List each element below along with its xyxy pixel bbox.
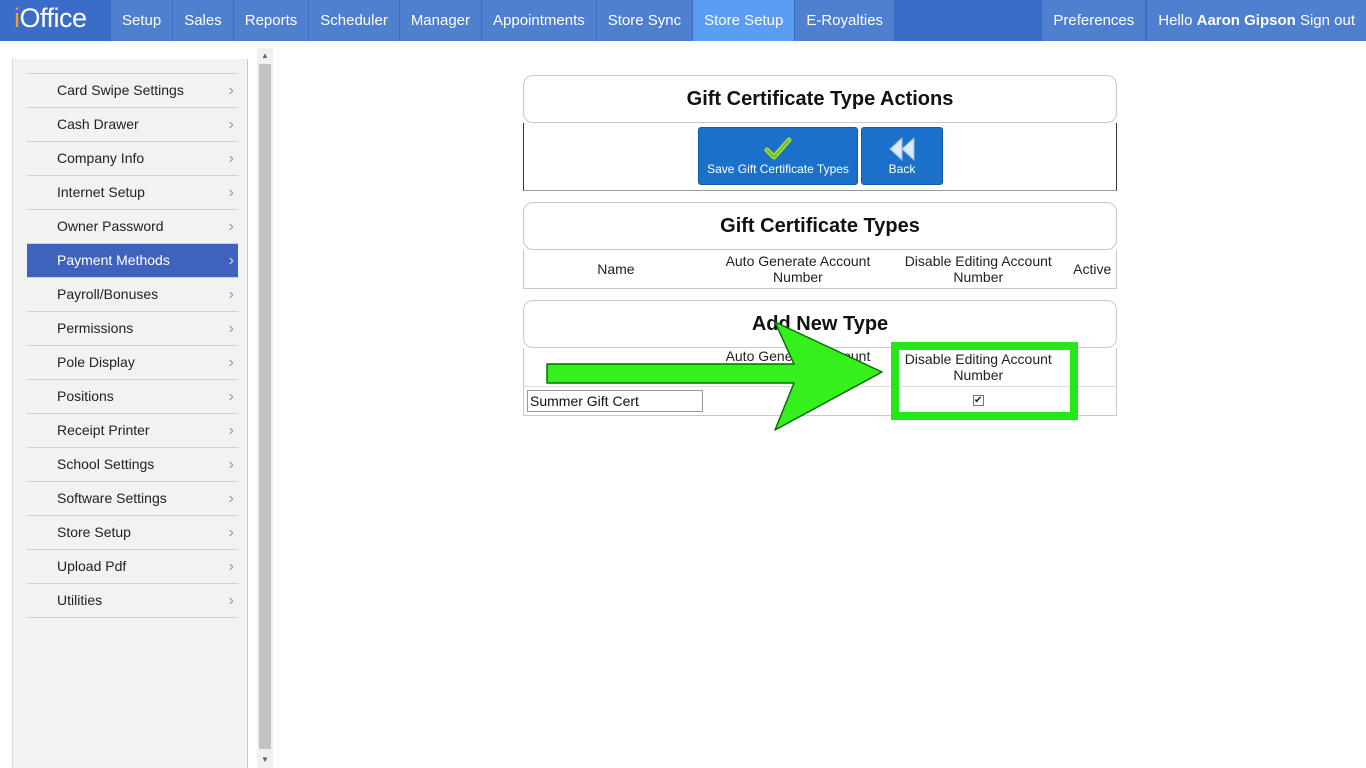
sidebar-item-company-info[interactable]: Company Info › [27, 142, 238, 176]
nav-preferences[interactable]: Preferences [1042, 0, 1146, 41]
types-panel-title: Gift Certificate Types [523, 202, 1117, 250]
actions-panel-title: Gift Certificate Type Actions [523, 75, 1117, 123]
nav-scheduler[interactable]: Scheduler [309, 0, 399, 41]
chevron-right-icon: › [228, 388, 234, 405]
nav-reports[interactable]: Reports [233, 0, 309, 41]
chevron-right-icon: › [228, 218, 234, 235]
sidebar-item-internet-setup[interactable]: Internet Setup › [27, 176, 238, 210]
sidebar-item-receipt-printer[interactable]: Receipt Printer › [27, 414, 238, 448]
chevron-right-icon: › [228, 490, 234, 507]
user-name: Aaron Gipson [1196, 12, 1296, 29]
chevron-right-icon: › [228, 422, 234, 439]
sidebar-item-label: Internet Setup [57, 184, 145, 200]
gift-certificate-types-table: Name Auto Generate Account Number Disabl… [523, 250, 1117, 289]
chevron-right-icon: › [228, 592, 234, 609]
nav-e-royalties[interactable]: E-Royalties [795, 0, 895, 41]
nav-appointments[interactable]: Appointments [482, 0, 596, 41]
nav-store-setup[interactable]: Store Setup [693, 0, 795, 41]
chevron-right-icon: › [228, 116, 234, 133]
chevron-right-icon: › [228, 184, 234, 201]
chevron-right-icon: › [228, 354, 234, 371]
sidebar-item-owner-password[interactable]: Owner Password › [27, 210, 238, 244]
column-header-auto-generate: Auto Generate Account [725, 348, 871, 364]
column-header-name: Name [597, 261, 635, 277]
chevron-right-icon: › [228, 286, 234, 303]
disable-editing-checkbox[interactable]: ✔ [972, 394, 984, 406]
sidebar-item-payroll-bonuses[interactable]: Payroll/Bonuses › [27, 278, 238, 312]
chevron-right-icon: › [228, 150, 234, 167]
add-new-type-table: Name Auto Generate Account Disable Editi… [523, 348, 1117, 416]
table-row: ✔ [523, 386, 1117, 415]
sidebar-item-label: Store Setup [57, 524, 131, 540]
sidebar-item-label: Utilities [57, 592, 103, 608]
chevron-right-icon: › [228, 320, 234, 337]
nav-store-sync[interactable]: Store Sync [596, 0, 693, 41]
scrollbar-thumb[interactable] [259, 64, 271, 749]
sidebar-item-label: Cash Drawer [57, 116, 139, 132]
back-button[interactable]: Back [861, 127, 943, 185]
sign-out-link[interactable]: Sign out [1300, 12, 1355, 29]
sidebar-item-label: Positions [57, 388, 114, 404]
actions-panel: Save Gift Certificate Types Back [523, 123, 1117, 191]
main-nav: Setup Sales Reports Scheduler Manager Ap… [111, 0, 895, 41]
scroll-up-icon[interactable]: ▲ [257, 48, 273, 64]
sidebar-item-payment-methods[interactable]: Payment Methods › [27, 244, 238, 278]
chevron-right-icon: › [228, 252, 234, 269]
column-header-auto-generate: Auto Generate Account Number [725, 253, 871, 285]
sidebar-item-label: Pole Display [57, 354, 135, 370]
column-header-disable-editing: Disable Editing Account Number [904, 350, 1052, 383]
column-header-disable-editing: Disable Editing Account Number [904, 253, 1052, 285]
app-logo[interactable]: iOffice [14, 3, 87, 34]
sidebar-item-label: Owner Password [57, 218, 164, 234]
new-type-name-input[interactable] [527, 389, 703, 412]
sidebar-item-card-swipe-settings[interactable]: Card Swipe Settings › [27, 74, 238, 108]
nav-manager[interactable]: Manager [399, 0, 482, 41]
sidebar-item-software-settings[interactable]: Software Settings › [27, 482, 238, 516]
user-nav: Preferences Hello Aaron Gipson Sign out [1040, 0, 1366, 41]
sidebar-item-label: Payment Methods [57, 252, 170, 268]
user-greeting: Hello Aaron Gipson Sign out [1147, 0, 1366, 41]
sidebar-item-label: School Settings [57, 456, 155, 472]
sidebar-item-label: Permissions [57, 320, 134, 336]
save-button-label: Save Gift Certificate Types [707, 162, 849, 176]
sidebar-item-label: Card Swipe Settings [57, 82, 184, 98]
sidebar-item-cash-drawer[interactable]: Cash Drawer › [27, 108, 238, 142]
chevron-right-icon: › [228, 558, 234, 575]
sidebar-menu: Card Swipe Settings › Cash Drawer › Compan… [27, 73, 238, 618]
greeting-prefix: Hello [1158, 12, 1193, 29]
sidebar-item-label: Software Settings [57, 490, 167, 506]
sidebar-item-positions[interactable]: Positions › [27, 380, 238, 414]
sidebar-item-school-settings[interactable]: School Settings › [27, 448, 238, 482]
chevron-right-icon: › [228, 82, 234, 99]
scroll-down-icon[interactable]: ▼ [257, 752, 273, 768]
nav-sales[interactable]: Sales [173, 0, 233, 41]
settings-sidebar: Card Swipe Settings › Cash Drawer › Compan… [12, 59, 248, 768]
column-header-active: Active [1073, 261, 1112, 277]
column-header-active [1068, 348, 1116, 386]
sidebar-scrollbar[interactable]: ▲ ▼ [257, 48, 273, 768]
save-gift-certificate-types-button[interactable]: Save Gift Certificate Types [698, 127, 858, 185]
back-button-label: Back [888, 162, 916, 176]
sidebar-item-label: Receipt Printer [57, 422, 150, 438]
add-new-type-title: Add New Type [523, 300, 1117, 348]
sidebar-item-utilities[interactable]: Utilities › [27, 584, 238, 618]
sidebar-item-store-setup[interactable]: Store Setup › [27, 516, 238, 550]
sidebar-item-label: Upload Pdf [57, 558, 127, 574]
chevron-right-icon: › [228, 456, 234, 473]
sidebar-item-pole-display[interactable]: Pole Display › [27, 346, 238, 380]
sidebar-item-permissions[interactable]: Permissions › [27, 312, 238, 346]
sidebar-item-upload-pdf[interactable]: Upload Pdf › [27, 550, 238, 584]
checkmark-icon [699, 128, 857, 162]
top-navigation-bar: iOffice Setup Sales Reports Scheduler Ma… [0, 0, 1366, 41]
sidebar-item-label: Company Info [57, 150, 145, 166]
logo-text: Office [19, 3, 88, 33]
sidebar-item-label: Payroll/Bonuses [57, 286, 159, 302]
rewind-icon [862, 128, 942, 162]
column-header-name: Name [597, 361, 635, 378]
chevron-right-icon: › [228, 524, 234, 541]
nav-setup[interactable]: Setup [111, 0, 173, 41]
